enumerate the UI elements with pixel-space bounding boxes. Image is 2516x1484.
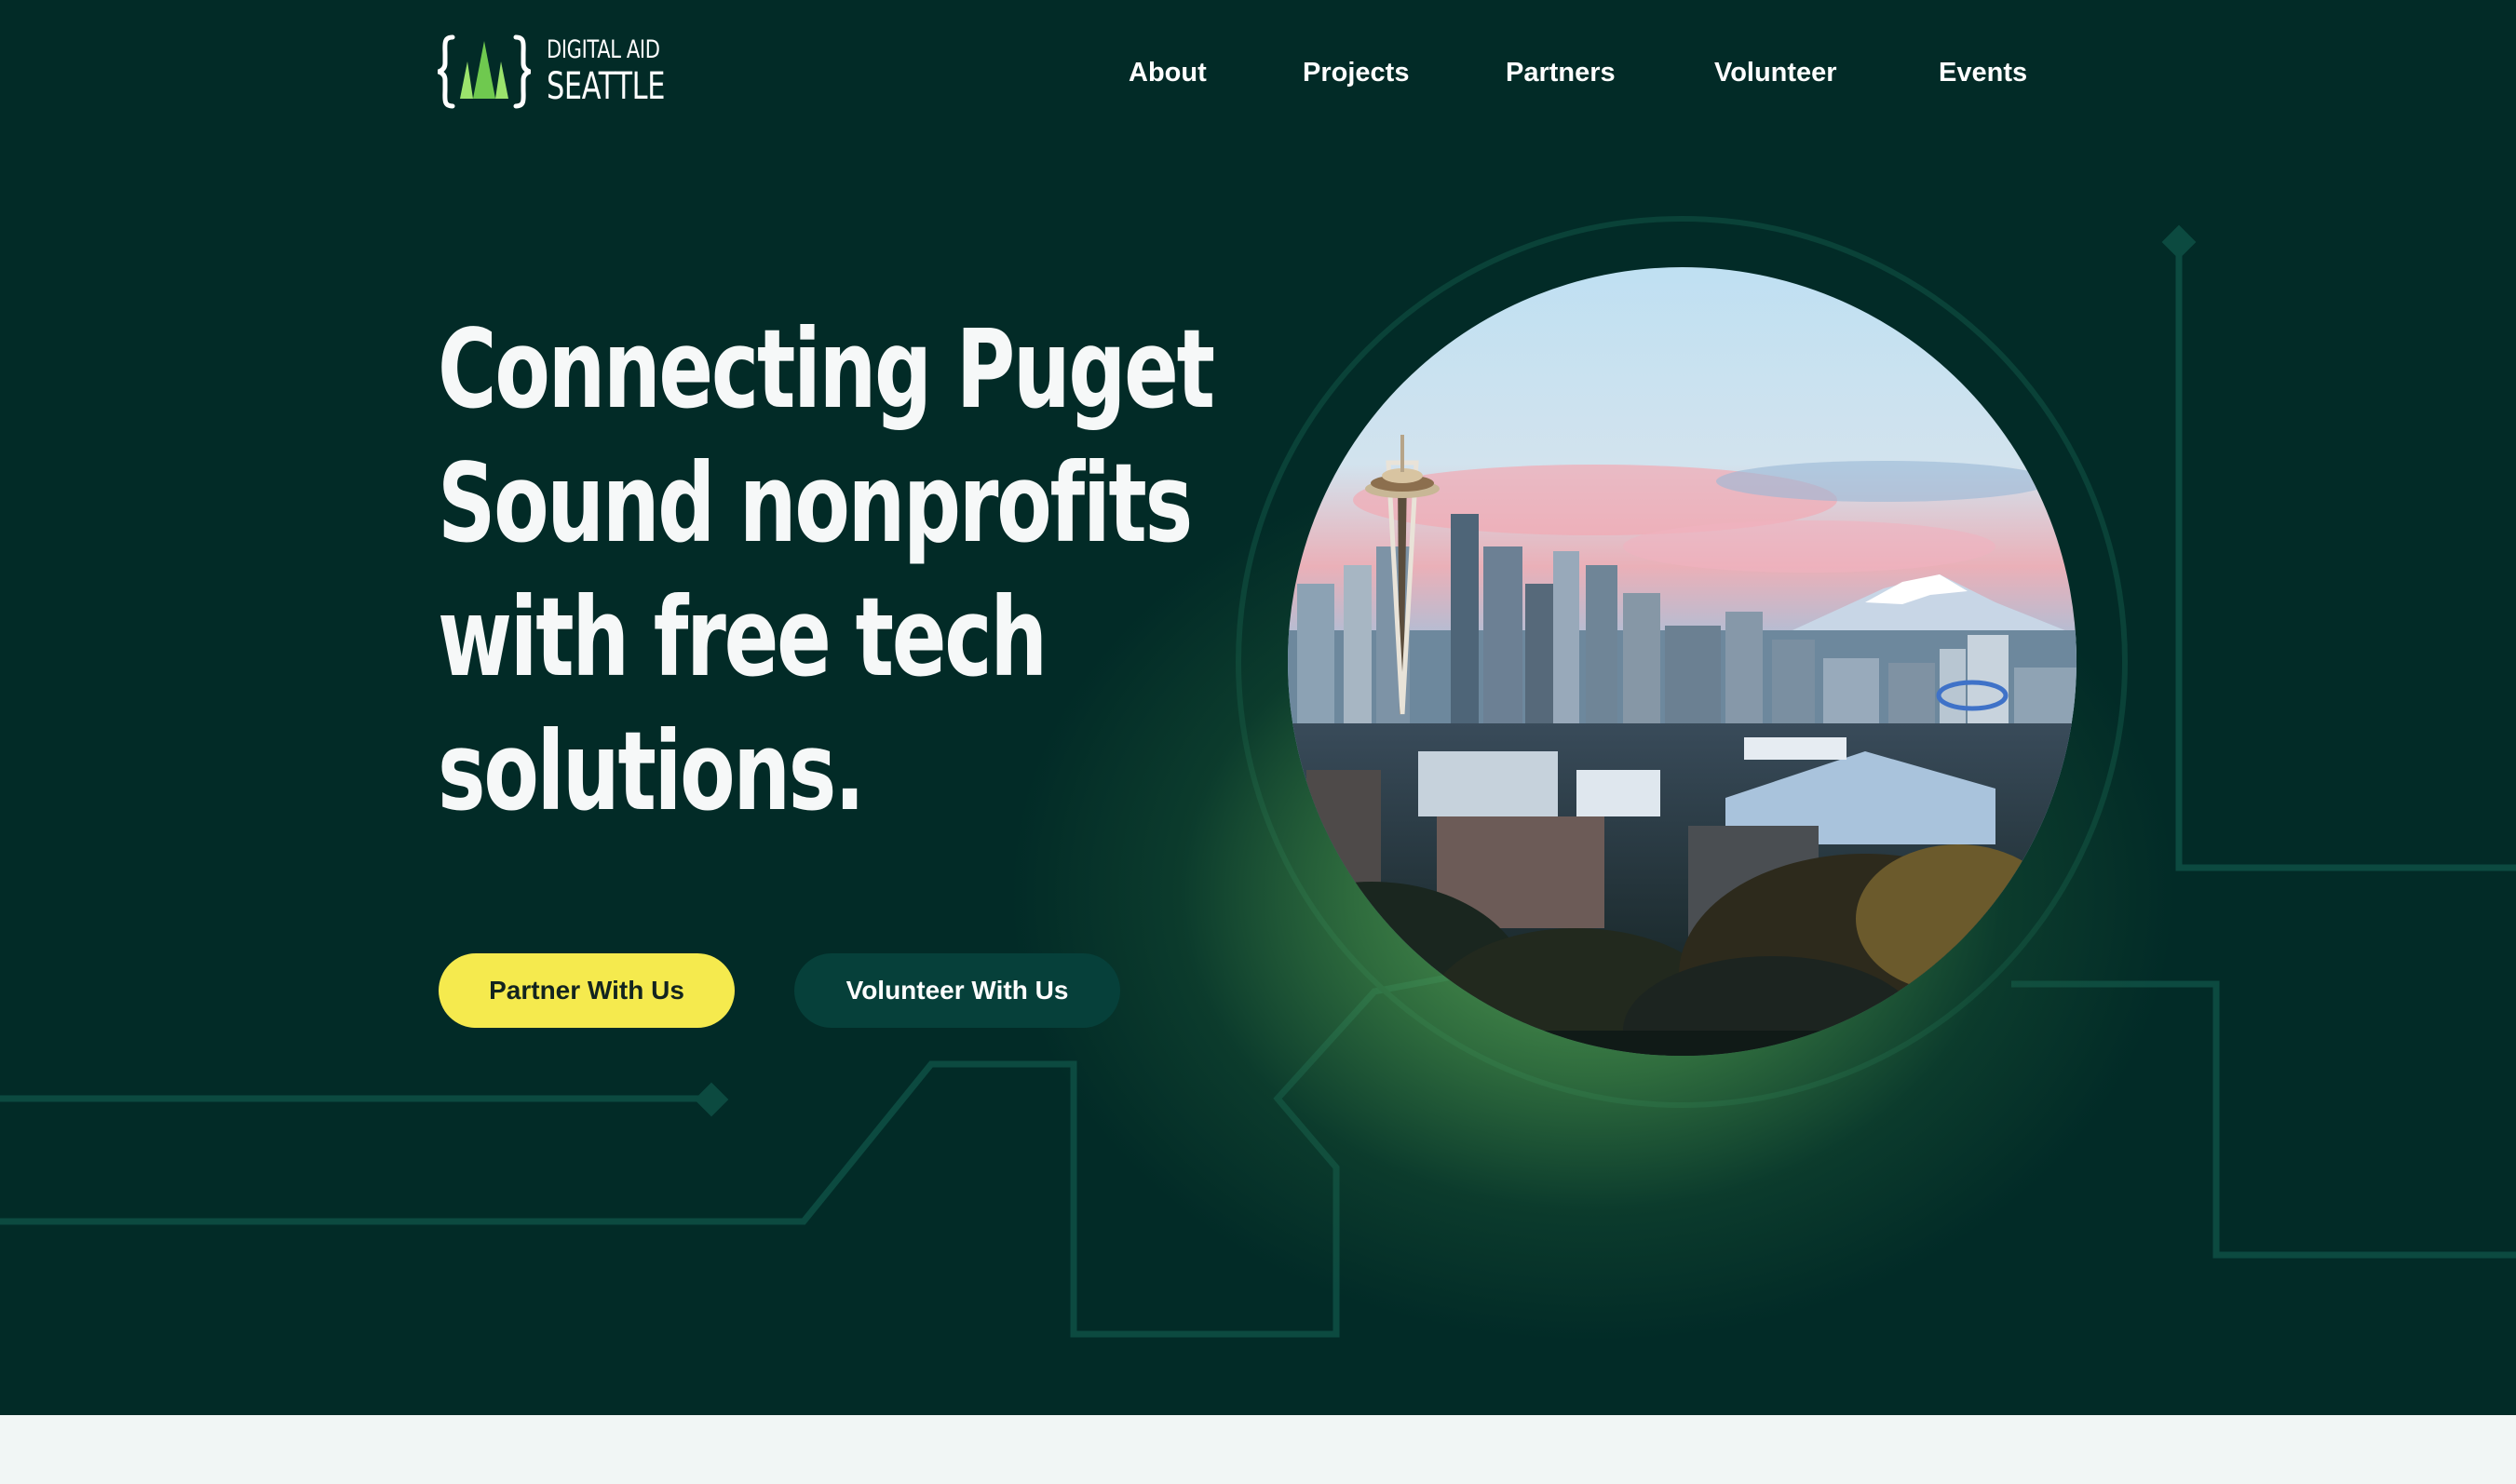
main-nav: About Projects Partners Volunteer Events (0, 58, 2516, 95)
circuit-diamond (694, 1082, 729, 1117)
seattle-skyline-image (1288, 267, 2076, 1056)
headline-line: Sound nonprofits (438, 439, 1193, 567)
hero-headline: Connecting Puget Sound nonprofits with f… (438, 303, 1215, 839)
nav-volunteer[interactable]: Volunteer (1714, 58, 1837, 88)
headline-line: Connecting Puget (438, 305, 1215, 433)
nav-events[interactable]: Events (1939, 58, 2027, 88)
nav-about[interactable]: About (1129, 58, 1207, 88)
skyline-illustration (1288, 267, 2076, 1056)
circuit-diamond (2161, 224, 2197, 260)
headline-line: solutions. (438, 708, 865, 835)
partner-with-us-button[interactable]: Partner With Us (439, 953, 735, 1028)
nav-partners[interactable]: Partners (1506, 58, 1616, 88)
volunteer-with-us-button[interactable]: Volunteer With Us (794, 953, 1120, 1028)
circuit-line (2175, 242, 2516, 871)
nav-projects[interactable]: Projects (1303, 58, 1409, 88)
headline-line: with free tech (438, 573, 1048, 701)
hero-section: DIGITAL AID SEATTLE About Projects Partn… (0, 0, 2516, 1415)
next-section-strip (0, 1415, 2516, 1484)
